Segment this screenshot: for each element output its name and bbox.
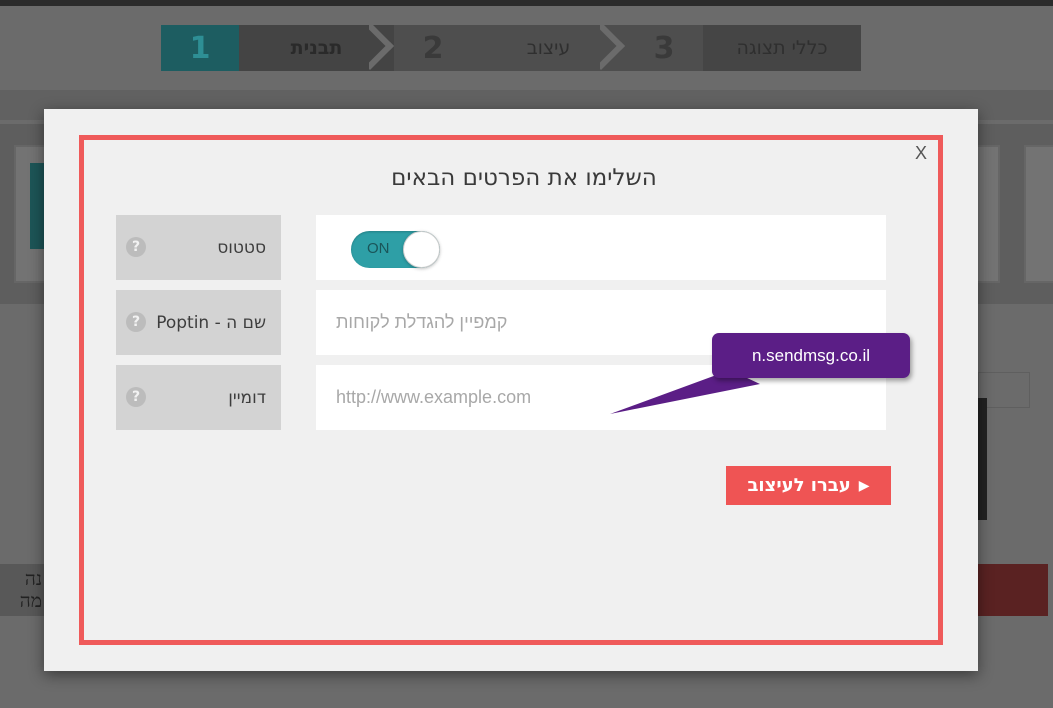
template-thumbnail[interactable]	[1024, 145, 1053, 283]
background-red-button	[978, 564, 1048, 616]
step-design[interactable]: 2 עיצוב	[394, 25, 625, 71]
submit-label: עברו לעיצוב	[747, 475, 851, 496]
domain-label: דומיין ?	[116, 365, 281, 430]
details-modal: X השלימו את הפרטים הבאים סטטוס ? ON שם ה…	[44, 109, 978, 671]
domain-label-text: דומיין	[228, 387, 266, 408]
modal-title: השלימו את הפרטים הבאים	[391, 165, 657, 191]
step-number: 3	[625, 25, 703, 71]
chevron-right-icon	[600, 25, 626, 71]
background-button-text: נה מה	[0, 564, 44, 616]
step-template[interactable]: 1 תבנית	[161, 25, 394, 71]
step-number: 2	[394, 25, 472, 71]
play-arrow-icon: ▶	[858, 477, 870, 494]
close-icon[interactable]: X	[913, 143, 929, 165]
status-label: סטטוס ?	[116, 215, 281, 280]
background-preview	[978, 398, 987, 520]
step-number: 1	[161, 25, 239, 71]
domain-callout: n.sendmsg.co.il	[712, 333, 910, 378]
wizard-steps: 1 תבנית 2 עיצוב 3 כללי תצוגה	[161, 25, 861, 71]
help-icon[interactable]: ?	[126, 312, 146, 332]
status-toggle[interactable]: ON	[351, 231, 440, 268]
step-label: כללי תצוגה	[703, 25, 861, 71]
step-display-rules[interactable]: 3 כללי תצוגה	[625, 25, 861, 71]
status-label-text: סטטוס	[217, 237, 266, 258]
go-to-design-button[interactable]: ▶ עברו לעיצוב	[726, 466, 891, 505]
help-icon[interactable]: ?	[126, 237, 146, 257]
status-field: ON	[316, 215, 886, 280]
help-icon[interactable]: ?	[126, 387, 146, 407]
top-bar	[0, 0, 1053, 6]
name-label: שם ה - Poptin ?	[116, 290, 281, 355]
name-label-text: שם ה - Poptin	[156, 312, 266, 333]
toggle-state-text: ON	[367, 240, 390, 257]
chevron-right-icon	[369, 25, 395, 71]
toggle-knob	[403, 231, 440, 268]
